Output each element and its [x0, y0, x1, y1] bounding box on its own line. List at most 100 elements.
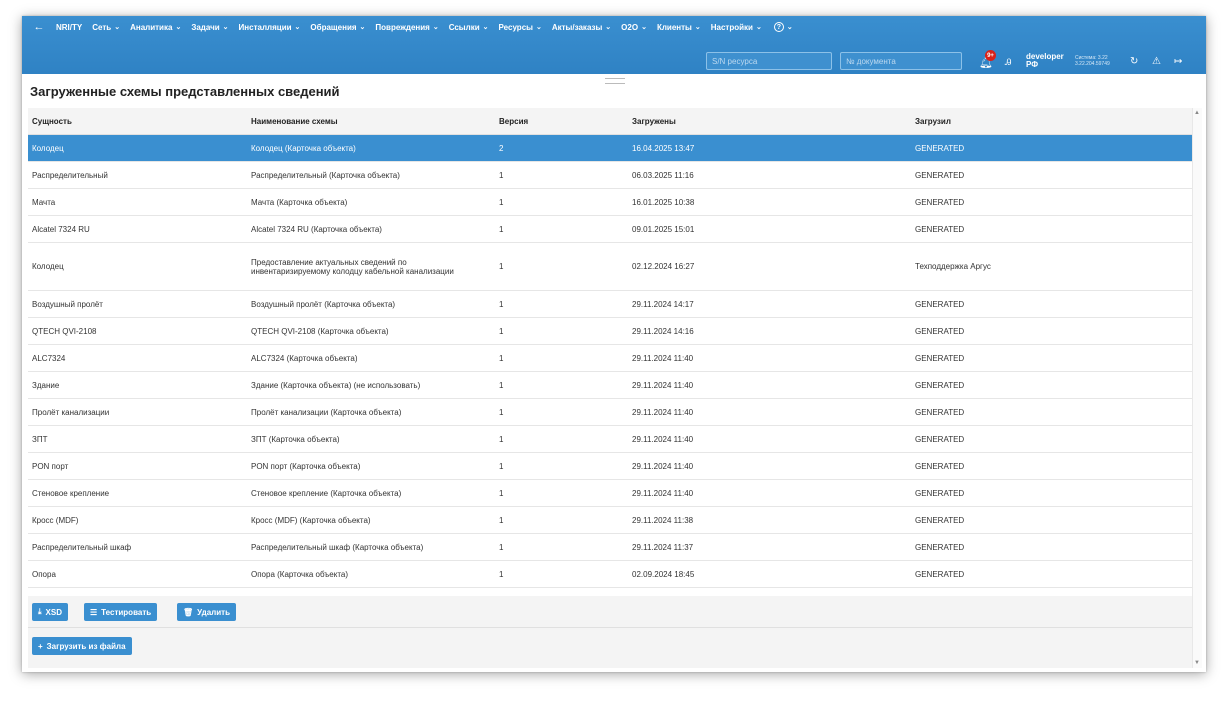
- table-row[interactable]: ЗПТ ЗПТ (Карточка объекта) 1 29.11.2024 11:…: [28, 426, 1192, 453]
- cell-version: 1: [499, 326, 504, 336]
- schemas-table: Сущность Наименование схемы Версия Загру…: [28, 108, 1192, 588]
- cell-schema-name: ALC7324 (Карточка объекта): [251, 353, 358, 363]
- cell-entity: Воздушный пролёт: [32, 299, 103, 309]
- cell-version: 1: [499, 488, 504, 498]
- cell-uploaded-by: GENERATED: [915, 299, 965, 309]
- table-row[interactable]: Колодец Предоставление актуальных сведени…: [28, 243, 1192, 291]
- menu-label: Акты/заказы: [551, 22, 603, 32]
- system-version-line2: 3.22.204.59749: [1075, 61, 1110, 67]
- cell-version: 1: [499, 170, 504, 180]
- table-row[interactable]: ALC7324 ALC7324 (Карточка объекта) 1 29.11.…: [28, 345, 1192, 372]
- chevron-down-icon: ⌄: [694, 24, 701, 31]
- system-version: Система: 3.22 3.22.204.59749: [1075, 55, 1110, 67]
- notification-badge: 9+: [985, 50, 996, 61]
- cell-schema-name: PON порт (Карточка объекта): [251, 461, 361, 471]
- column-header-uploaded-by[interactable]: Загрузил: [915, 117, 1192, 126]
- delete-button[interactable]: 🗑︎ Удалить: [177, 603, 236, 621]
- cell-uploaded: 06.03.2025 11:16: [632, 170, 694, 180]
- user-menu[interactable]: developer РФ: [1026, 53, 1064, 69]
- table-row[interactable]: PON порт PON порт (Карточка объекта) 1 29.1…: [28, 453, 1192, 480]
- table-scrollbar[interactable]: ▲ ▼: [1192, 108, 1202, 668]
- cell-entity: Распределительный: [32, 170, 108, 180]
- table-row[interactable]: Распределительный шкаф Распределительный …: [28, 534, 1192, 561]
- table-row[interactable]: Опора Опора (Карточка объекта) 1 02.09.2024…: [28, 561, 1192, 588]
- download-xsd-button[interactable]: ⤓ XSD: [32, 603, 68, 621]
- column-header-version[interactable]: Версия: [499, 117, 632, 126]
- translate-icon[interactable]: Ꭿ: [1005, 57, 1012, 68]
- scroll-down-arrow-icon[interactable]: ▼: [1194, 660, 1200, 666]
- cell-version: 1: [499, 407, 504, 417]
- table-row[interactable]: Колодец Колодец (Карточка объекта) 2 16.04.…: [28, 135, 1192, 162]
- chevron-down-icon: ⌄: [114, 24, 121, 31]
- chevron-down-icon: ⌄: [432, 24, 439, 31]
- cell-uploaded-by: GENERATED: [915, 380, 965, 390]
- menu-resources[interactable]: Ресурсы ⌄: [499, 23, 542, 32]
- menu-network[interactable]: Сеть ⌄: [92, 23, 120, 32]
- menu-label: O2O: [621, 22, 639, 32]
- download-icon: ⤓: [38, 607, 42, 616]
- chevron-down-icon: ⌄: [294, 24, 301, 31]
- warning-icon[interactable]: ⚠: [1152, 56, 1161, 67]
- cell-uploaded: 29.11.2024 11:40: [632, 461, 694, 471]
- table-actions-bar: ⤓ XSD ☰ Тестировать 🗑︎ Удалить: [28, 596, 1192, 628]
- menu-damages[interactable]: Повреждения ⌄: [375, 23, 438, 32]
- menu-help[interactable]: ? ⌄: [772, 22, 793, 32]
- table-row[interactable]: QTECH QVI-2108 QTECH QVI-2108 (Карточка о…: [28, 318, 1192, 345]
- menu-installations[interactable]: Инсталляции ⌄: [239, 23, 301, 32]
- plus-icon: +: [38, 641, 43, 651]
- serial-number-search-input[interactable]: [706, 52, 832, 70]
- refresh-icon[interactable]: ↻: [1130, 56, 1138, 67]
- cell-uploaded: 29.11.2024 11:40: [632, 488, 694, 498]
- list-icon: ☰: [90, 607, 98, 617]
- menu-settings[interactable]: Настройки ⌄: [711, 23, 762, 32]
- cell-uploaded: 29.11.2024 11:40: [632, 434, 694, 444]
- menu-links[interactable]: Ссылки ⌄: [449, 23, 489, 32]
- table-row[interactable]: Мачта Мачта (Карточка объекта) 1 16.01.2025…: [28, 189, 1192, 216]
- cell-entity: ЗПТ: [32, 434, 48, 444]
- table-row[interactable]: Здание Здание (Карточка объекта) (не испо…: [28, 372, 1192, 399]
- cell-uploaded: 29.11.2024 14:16: [632, 326, 694, 336]
- menu-nri-ty[interactable]: NRI/TY: [56, 23, 82, 32]
- logout-icon[interactable]: ↦: [1174, 56, 1182, 67]
- table-row[interactable]: Стеновое крепление Стеновое крепление (Ка…: [28, 480, 1192, 507]
- menu-label: Настройки: [710, 22, 753, 32]
- back-arrow-icon[interactable]: ←: [22, 21, 56, 33]
- table-row[interactable]: Распределительный Распределительный (Карт…: [28, 162, 1192, 189]
- menu-tasks[interactable]: Задачи ⌄: [191, 23, 228, 32]
- menu-requests[interactable]: Обращения ⌄: [310, 23, 365, 32]
- table-row[interactable]: Кросс (MDF) Кросс (MDF) (Карточка объекта…: [28, 507, 1192, 534]
- cell-version: 1: [499, 380, 504, 390]
- menu-o2o[interactable]: O2O ⌄: [621, 23, 647, 32]
- table-row[interactable]: Alcatel 7324 RU Alcatel 7324 RU (Карточка…: [28, 216, 1192, 243]
- table-header-row: Сущность Наименование схемы Версия Загру…: [28, 108, 1192, 135]
- document-number-search-input[interactable]: [840, 52, 962, 70]
- upload-from-file-button[interactable]: + Загрузить из файла: [32, 637, 132, 655]
- column-header-schema-name[interactable]: Наименование схемы: [251, 117, 499, 126]
- scroll-up-arrow-icon[interactable]: ▲: [1194, 110, 1200, 116]
- menu-label: Обращения: [310, 22, 357, 32]
- panel-resize-handle[interactable]: [605, 78, 625, 84]
- menu-acts-orders[interactable]: Акты/заказы ⌄: [552, 23, 611, 32]
- chevron-down-icon: ⌄: [175, 24, 182, 31]
- chevron-down-icon: ⌄: [755, 24, 762, 31]
- column-header-uploaded[interactable]: Загружены: [632, 117, 915, 126]
- cell-schema-name: Мачта (Карточка объекта): [251, 197, 348, 207]
- page-title: Загруженные схемы представленных сведени…: [30, 84, 340, 99]
- cell-uploaded: 29.11.2024 11:40: [632, 353, 694, 363]
- cell-schema-name: Распределительный шкаф (Карточка объекта…: [251, 542, 424, 552]
- test-button[interactable]: ☰ Тестировать: [84, 603, 158, 621]
- trash-icon: 🗑︎: [183, 607, 194, 617]
- menu-analytics[interactable]: Аналитика ⌄: [130, 23, 181, 32]
- cell-uploaded: 29.11.2024 11:40: [632, 407, 694, 417]
- menu-clients[interactable]: Клиенты ⌄: [657, 23, 701, 32]
- cell-version: 1: [499, 197, 504, 207]
- cell-uploaded-by: GENERATED: [915, 197, 965, 207]
- cell-version: 1: [499, 461, 504, 471]
- cell-entity: PON порт: [32, 461, 69, 471]
- column-header-entity[interactable]: Сущность: [28, 117, 251, 126]
- table-row[interactable]: Воздушный пролёт Воздушный пролёт (Карточ…: [28, 291, 1192, 318]
- cell-schema-name: ЗПТ (Карточка объекта): [251, 434, 340, 444]
- cell-uploaded: 02.09.2024 18:45: [632, 569, 695, 579]
- table-row[interactable]: Пролёт канализации Пролёт канализации (Ка…: [28, 399, 1192, 426]
- cell-schema-name: Предоставление актуальных сведений по ин…: [251, 257, 454, 276]
